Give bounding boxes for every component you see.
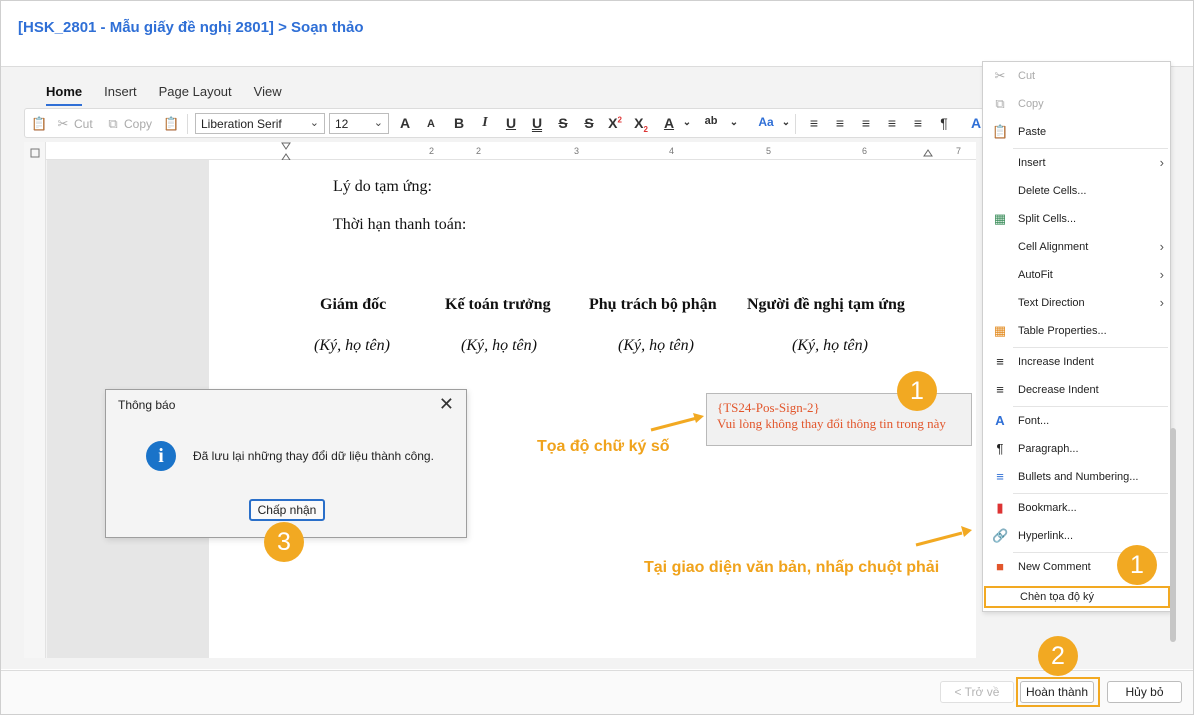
accept-button[interactable]: Chấp nhận: [249, 499, 325, 521]
link-icon: 🔗: [992, 528, 1009, 543]
arrow-line: [915, 531, 963, 547]
menu-item-label: Paragraph...: [1018, 443, 1079, 455]
menu-item-label: Bullets and Numbering...: [1018, 471, 1139, 483]
bookmark-icon: ▮: [996, 500, 1004, 515]
chevron-right-icon: ›: [1159, 155, 1164, 170]
menu-item-bookmark[interactable]: ▮ Bookmark...: [983, 498, 1170, 520]
menu-item-label: Delete Cells...: [1018, 185, 1087, 197]
chevron-right-icon: ›: [1159, 267, 1164, 282]
font-icon: A: [995, 413, 1005, 428]
table-icon: ▦: [993, 323, 1007, 338]
menu-item-autofit[interactable]: AutoFit ›: [983, 265, 1170, 287]
menu-item-label: Increase Indent: [1018, 356, 1094, 368]
chevron-right-icon: ›: [1159, 295, 1164, 310]
menu-divider: [1013, 148, 1168, 149]
menu-item-delete-cells[interactable]: Delete Cells...: [983, 181, 1170, 203]
menu-item-text-direction[interactable]: Text Direction ›: [983, 293, 1170, 315]
step-3-badge: 3: [264, 522, 304, 562]
arrow-head: [693, 413, 704, 423]
menu-item-increase-indent[interactable]: ≡ Increase Indent: [983, 352, 1170, 374]
copy-icon: ⧉: [995, 96, 1005, 111]
menu-item-bullets-numbering[interactable]: ≡ Bullets and Numbering...: [983, 467, 1170, 489]
menu-item-label: Cell Alignment: [1018, 241, 1089, 253]
menu-item-label: Chèn tọa độ ký: [1020, 591, 1094, 603]
menu-divider: [1013, 406, 1168, 407]
menu-item-paragraph[interactable]: ¶ Paragraph...: [983, 439, 1170, 461]
menu-item-label: Paste: [1018, 126, 1047, 138]
menu-divider: [1013, 493, 1168, 494]
menu-item-insert[interactable]: Insert ›: [983, 153, 1170, 175]
finish-highlight: [1016, 677, 1100, 707]
decrease-indent-icon: ≡: [996, 382, 1004, 397]
cancel-button[interactable]: Hủy bỏ: [1107, 681, 1182, 703]
menu-item-label: Font...: [1018, 415, 1050, 427]
comment-icon: ■: [996, 559, 1004, 574]
menu-item-table-properties[interactable]: ▦ Table Properties...: [983, 321, 1170, 343]
step-1-badge: 1: [897, 371, 937, 411]
notification-dialog: Thông báo ✕ i Đã lưu lại những thay đổi …: [105, 389, 467, 538]
menu-item-decrease-indent[interactable]: ≡ Decrease Indent: [983, 380, 1170, 402]
increase-indent-icon: ≡: [996, 354, 1004, 369]
dialog-message: Đã lưu lại những thay đổi dữ liệu thành …: [193, 449, 434, 463]
back-button[interactable]: < Trở về: [940, 681, 1014, 703]
menu-item-cut[interactable]: ✂ Cut: [983, 66, 1170, 88]
menu-item-cell-alignment[interactable]: Cell Alignment ›: [983, 237, 1170, 259]
menu-item-label: Insert: [1018, 157, 1046, 169]
menu-item-split-cells[interactable]: ▦ Split Cells...: [983, 209, 1170, 231]
vertical-scrollbar[interactable]: [1170, 428, 1176, 642]
menu-item-insert-signature-position[interactable]: Chèn tọa độ ký: [984, 586, 1170, 608]
chevron-right-icon: ›: [1159, 239, 1164, 254]
menu-item-font[interactable]: A Font...: [983, 411, 1170, 433]
scissors-icon: ✂: [994, 68, 1006, 83]
info-icon: i: [146, 441, 176, 471]
menu-item-label: Split Cells...: [1018, 213, 1077, 225]
step-1-badge-menu: 1: [1117, 545, 1157, 585]
menu-item-label: Hyperlink...: [1018, 530, 1074, 542]
menu-divider: [1013, 347, 1168, 348]
menu-item-copy[interactable]: ⧉ Copy: [983, 94, 1170, 116]
menu-item-label: Decrease Indent: [1018, 384, 1099, 396]
arrow-line: [650, 416, 698, 432]
grid-icon: ▦: [993, 211, 1007, 226]
context-menu: ✂ Cut ⧉ Copy 📋 Paste Insert › Delete Cells..…: [982, 61, 1171, 612]
close-icon[interactable]: ✕: [439, 394, 454, 415]
arrow-head: [961, 526, 972, 537]
menu-item-label: Bookmark...: [1018, 502, 1077, 514]
step-2-badge: 2: [1038, 636, 1078, 676]
menu-item-label: Text Direction: [1018, 297, 1085, 309]
paragraph-icon: ¶: [996, 441, 1004, 456]
menu-item-label: AutoFit: [1018, 269, 1053, 281]
clipboard-icon: 📋: [992, 124, 1009, 139]
menu-item-label: Table Properties...: [1018, 325, 1107, 337]
menu-item-label: New Comment: [1018, 561, 1091, 573]
menu-item-paste[interactable]: 📋 Paste: [983, 122, 1170, 144]
menu-item-label: Copy: [1018, 98, 1044, 110]
footer-bar: [1, 670, 1193, 714]
bullets-icon: ≡: [996, 469, 1004, 484]
dialog-title: Thông báo: [118, 398, 176, 412]
menu-item-label: Cut: [1018, 70, 1036, 82]
